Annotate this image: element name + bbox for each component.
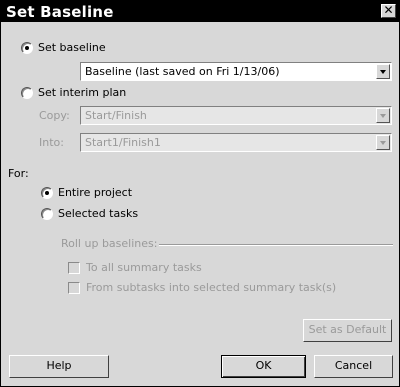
to-all-summary-tasks-label: To all summary tasks xyxy=(86,261,202,274)
set-baseline-radio[interactable] xyxy=(21,42,33,54)
to-all-summary-tasks-checkbox[interactable] xyxy=(68,262,80,274)
roll-up-baselines-label: Roll up baselines: xyxy=(61,237,158,250)
from-subtasks-label: From subtasks into selected summary task… xyxy=(86,281,337,294)
baseline-select-value: Baseline (last saved on Fri 1/13/06) xyxy=(85,65,280,78)
chevron-down-icon[interactable] xyxy=(376,64,390,79)
into-select[interactable]: Start1/Finish1 xyxy=(80,133,392,152)
from-subtasks-checkbox[interactable] xyxy=(68,282,80,294)
into-label: Into: xyxy=(39,136,64,149)
entire-project-radio[interactable] xyxy=(41,187,53,199)
set-interim-plan-label[interactable]: Set interim plan xyxy=(38,86,126,99)
chevron-down-icon[interactable] xyxy=(376,135,390,150)
chevron-down-icon[interactable] xyxy=(376,108,390,123)
copy-label: Copy: xyxy=(39,109,70,122)
for-label: For: xyxy=(8,167,29,180)
close-icon[interactable]: ✕ xyxy=(381,4,396,18)
set-baseline-dialog: Set Baseline ✕ Set baseline Baseline (la… xyxy=(0,0,400,387)
set-interim-plan-radio[interactable] xyxy=(21,87,33,99)
selected-tasks-label[interactable]: Selected tasks xyxy=(58,207,138,220)
into-select-value: Start1/Finish1 xyxy=(85,136,161,149)
entire-project-label[interactable]: Entire project xyxy=(58,186,132,199)
copy-select-value: Start/Finish xyxy=(85,109,147,122)
cancel-button[interactable]: Cancel xyxy=(314,355,393,378)
help-button[interactable]: Help xyxy=(9,355,109,378)
title-bar[interactable]: Set Baseline ✕ xyxy=(1,1,399,22)
set-baseline-label[interactable]: Set baseline xyxy=(38,41,106,54)
selected-tasks-radio[interactable] xyxy=(41,208,53,220)
set-as-default-button[interactable]: Set as Default xyxy=(303,319,392,342)
ok-button[interactable]: OK xyxy=(221,355,306,378)
baseline-select[interactable]: Baseline (last saved on Fri 1/13/06) xyxy=(80,62,392,81)
dialog-title: Set Baseline xyxy=(6,3,114,21)
group-divider xyxy=(159,244,393,246)
copy-select[interactable]: Start/Finish xyxy=(80,106,392,125)
